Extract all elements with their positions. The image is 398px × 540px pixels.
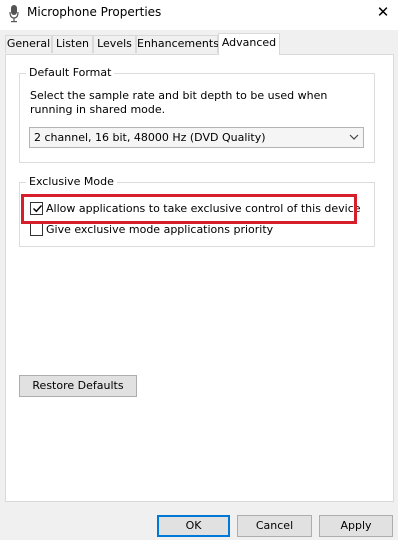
- apply-button[interactable]: Apply: [319, 515, 393, 537]
- exclusive-mode-label: Exclusive Mode: [26, 176, 117, 188]
- default-format-label: Default Format: [26, 67, 115, 79]
- close-icon[interactable]: ✕: [368, 0, 398, 26]
- tab-general[interactable]: General: [5, 35, 52, 53]
- restore-defaults-button[interactable]: Restore Defaults: [19, 375, 137, 397]
- give-priority-checkbox[interactable]: [30, 223, 43, 236]
- highlight-box: [21, 194, 357, 224]
- tab-advanced[interactable]: Advanced: [218, 33, 280, 55]
- cancel-button[interactable]: Cancel: [237, 515, 312, 537]
- tab-levels[interactable]: Levels: [93, 35, 136, 53]
- window-title: Microphone Properties: [27, 5, 162, 19]
- ok-button[interactable]: OK: [157, 515, 230, 537]
- tab-listen[interactable]: Listen: [52, 35, 93, 53]
- give-priority-checkbox-row[interactable]: Give exclusive mode applications priorit…: [30, 222, 274, 238]
- chevron-down-icon: [349, 130, 359, 150]
- give-priority-label: Give exclusive mode applications priorit…: [46, 223, 274, 236]
- default-format-group: Default Format: [19, 67, 375, 163]
- format-dropdown-value: 2 channel, 16 bit, 48000 Hz (DVD Quality…: [34, 131, 266, 144]
- microphone-icon: [9, 5, 19, 23]
- tab-bar: General Listen Levels Enhancements Advan…: [0, 30, 398, 55]
- default-format-description: Select the sample rate and bit depth to …: [30, 89, 328, 116]
- format-dropdown[interactable]: 2 channel, 16 bit, 48000 Hz (DVD Quality…: [29, 127, 364, 148]
- title-bar: Microphone Properties ✕: [0, 0, 398, 30]
- tab-enhancements[interactable]: Enhancements: [136, 35, 219, 53]
